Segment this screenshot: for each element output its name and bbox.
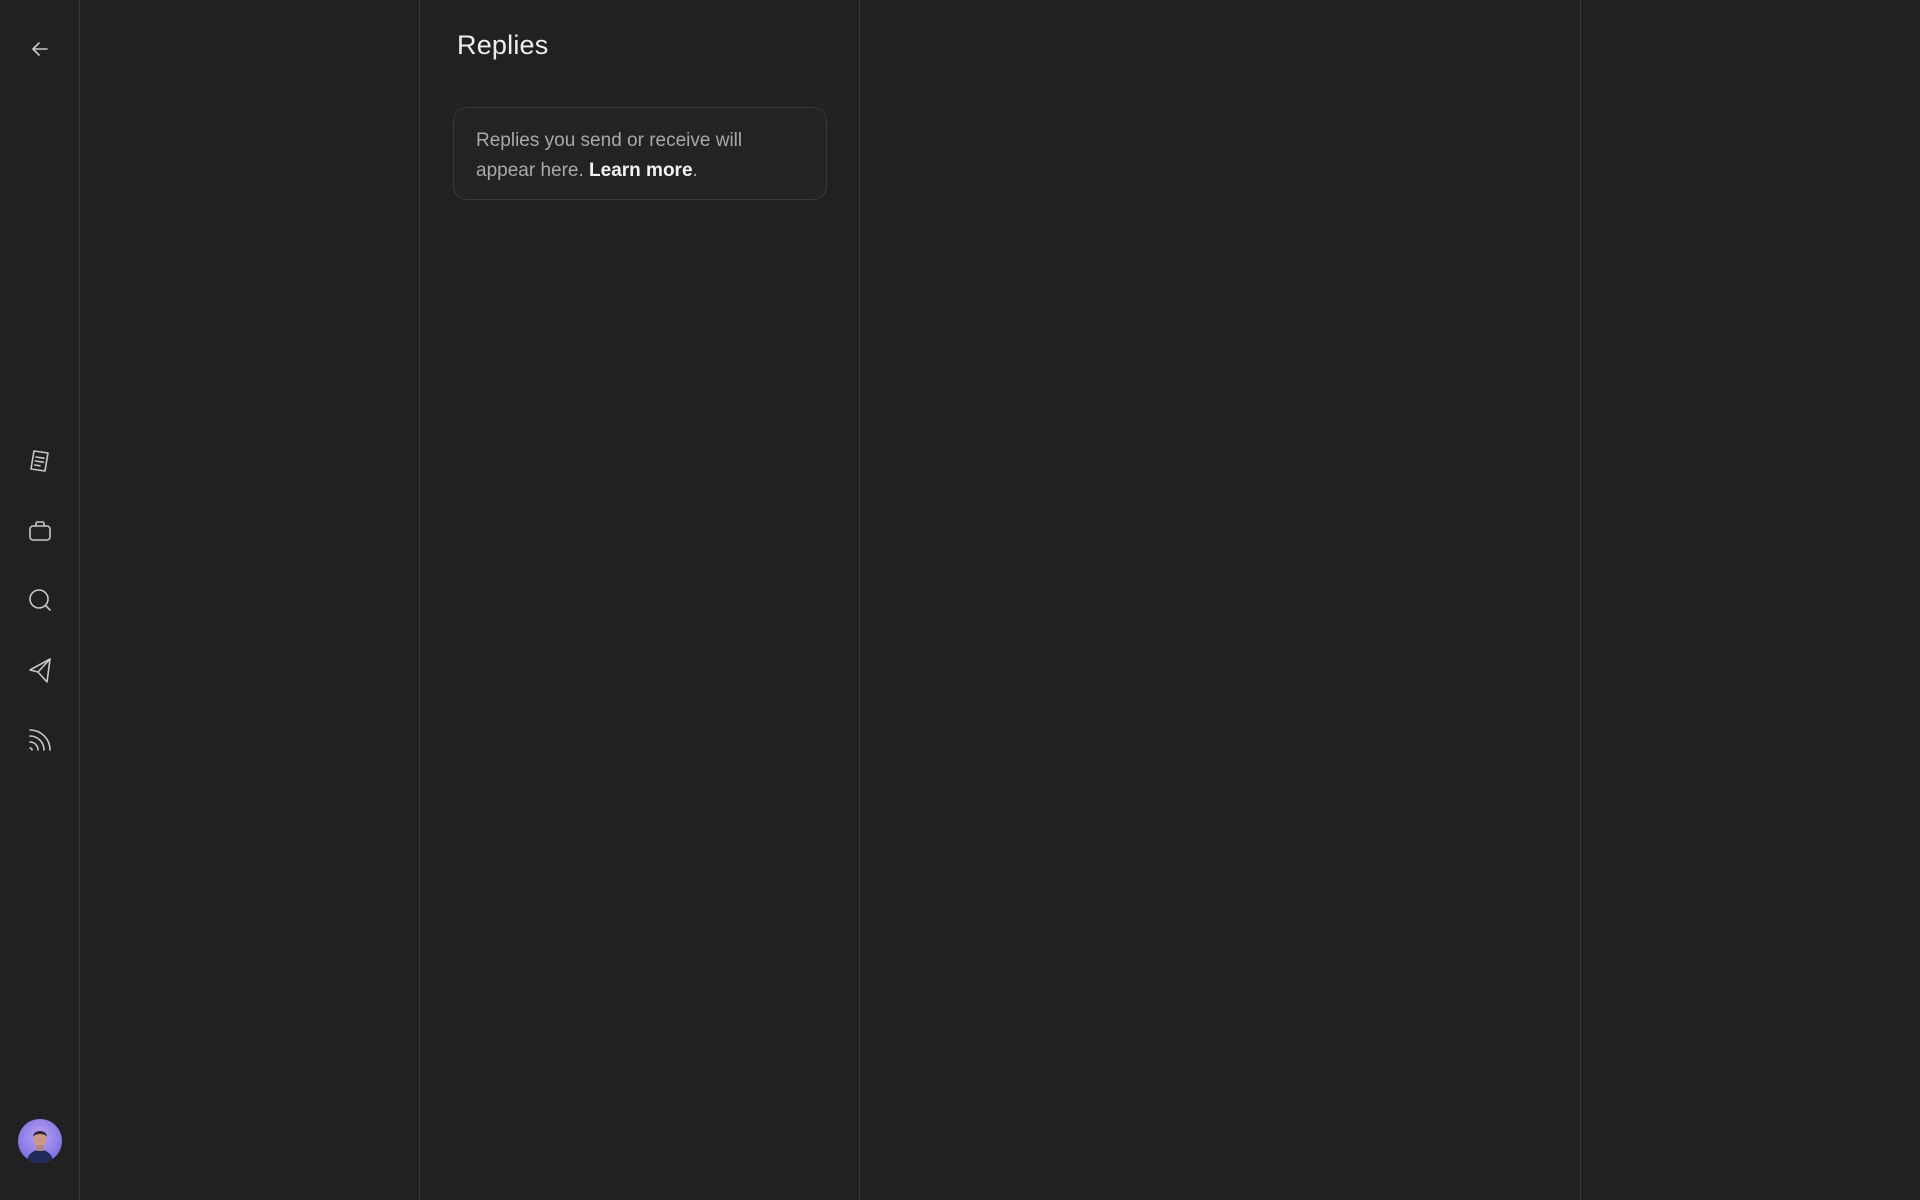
briefcase-icon — [29, 521, 51, 541]
feed-icon — [29, 729, 51, 751]
column-divider — [859, 0, 860, 1200]
replies-panel: Replies Replies you send or receive will… — [419, 0, 859, 1200]
column-divider — [1580, 0, 1581, 1200]
send-icon — [29, 658, 51, 683]
notes-icon — [30, 450, 49, 472]
learn-more-link[interactable]: Learn more — [589, 160, 692, 181]
empty-state-card: Replies you send or receive will appear … — [453, 107, 827, 200]
nav-search-button[interactable] — [20, 580, 60, 620]
nav-feed-button[interactable] — [20, 720, 60, 760]
nav-briefcase-button[interactable] — [20, 511, 60, 551]
user-avatar[interactable] — [18, 1119, 62, 1163]
search-icon — [29, 589, 51, 611]
nav-notes-button[interactable] — [20, 441, 60, 481]
back-arrow-icon — [32, 42, 48, 56]
page-title: Replies — [457, 30, 549, 60]
left-rail — [0, 0, 80, 1200]
nav-send-button[interactable] — [20, 650, 60, 690]
app-window: Replies Replies you send or receive will… — [0, 0, 1920, 1200]
avatar-portrait-icon — [26, 1131, 54, 1163]
empty-state-suffix: . — [692, 160, 698, 181]
back-button[interactable] — [20, 29, 60, 69]
